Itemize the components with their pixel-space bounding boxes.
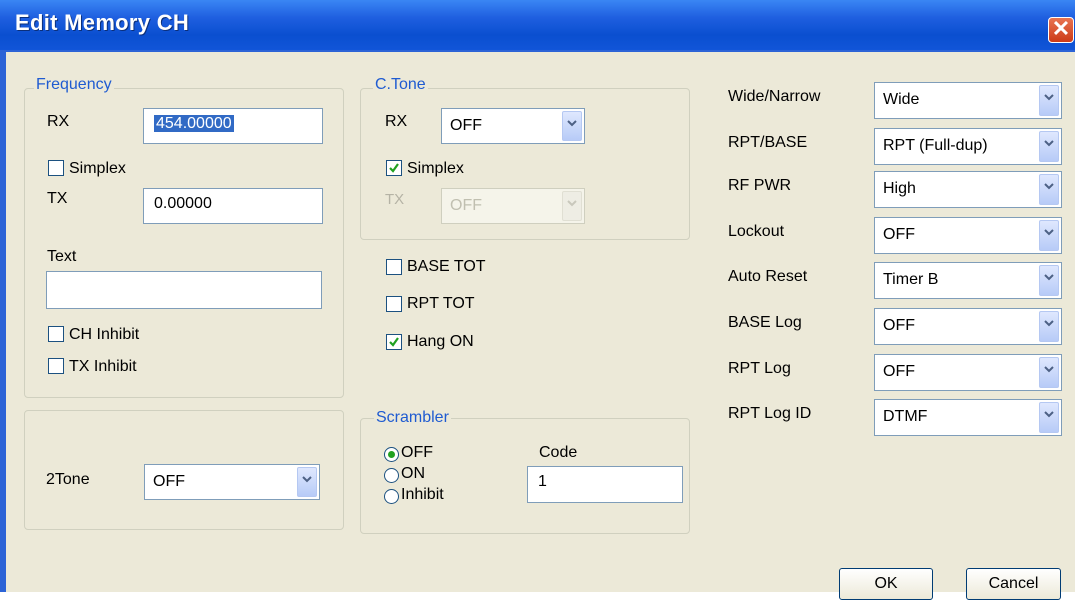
chevron-down-icon[interactable] <box>1039 220 1059 251</box>
ctone-tx-value: OFF <box>450 197 482 214</box>
text-input[interactable] <box>46 271 322 309</box>
chevron-down-icon[interactable] <box>1039 85 1059 116</box>
tx-frequency-value: 0.00000 <box>154 195 212 212</box>
freq-rx-label: RX <box>47 113 70 130</box>
chevron-down-icon[interactable] <box>562 191 582 221</box>
setting-select[interactable]: OFF <box>874 308 1062 345</box>
rpt-tot-label: RPT TOT <box>407 295 475 312</box>
setting-select[interactable]: RPT (Full-dup) <box>874 128 1062 165</box>
scrambler-off-radio[interactable] <box>384 447 399 462</box>
dialog-window: Edit Memory CH ✕ Frequency RX 454.00000 … <box>0 0 1075 600</box>
scrambler-off-label: OFF <box>401 444 433 461</box>
ok-button[interactable]: OK <box>839 568 933 600</box>
scrambler-group-label: Scrambler <box>374 409 451 427</box>
ch-inhibit-checkbox[interactable] <box>48 326 64 342</box>
scrambler-code-input[interactable]: 1 <box>527 466 683 503</box>
chevron-down-icon[interactable] <box>1039 357 1059 388</box>
setting-value: OFF <box>883 317 915 334</box>
setting-label: RPT/BASE <box>728 134 808 151</box>
setting-label: RF PWR <box>728 177 792 194</box>
hang-on-label: Hang ON <box>407 333 474 350</box>
setting-value: DTMF <box>883 408 928 425</box>
base-tot-checkbox[interactable] <box>386 259 402 275</box>
setting-select[interactable]: Wide <box>874 82 1062 119</box>
scrambler-code-value: 1 <box>538 473 547 490</box>
hang-on-checkbox[interactable] <box>386 334 402 350</box>
tx-inhibit-checkbox[interactable] <box>48 358 64 374</box>
ctone-tx-label: TX <box>385 191 405 208</box>
close-button[interactable]: ✕ <box>1048 16 1074 43</box>
scrambler-on-radio[interactable] <box>384 468 399 483</box>
frequency-group-label: Frequency <box>34 76 114 94</box>
ctone-rx-select[interactable]: OFF <box>441 108 585 144</box>
chevron-down-icon[interactable] <box>297 467 317 497</box>
base-tot-label: BASE TOT <box>407 258 486 275</box>
freq-tx-label: TX <box>47 190 68 207</box>
ctone-rx-value: OFF <box>450 117 482 134</box>
setting-select[interactable]: OFF <box>874 354 1062 391</box>
ctone-group-label: C.Tone <box>373 76 428 94</box>
chevron-down-icon[interactable] <box>1039 174 1059 205</box>
dialog-title: Edit Memory CH <box>15 10 190 35</box>
ctone-rx-label: RX <box>385 113 408 130</box>
twotone-label: 2Tone <box>46 471 90 488</box>
rpt-tot-checkbox[interactable] <box>386 296 402 312</box>
setting-value: OFF <box>883 226 915 243</box>
chevron-down-icon[interactable] <box>1039 131 1059 162</box>
setting-value: OFF <box>883 363 915 380</box>
setting-select[interactable]: DTMF <box>874 399 1062 436</box>
cancel-button[interactable]: Cancel <box>966 568 1061 600</box>
chevron-down-icon[interactable] <box>1039 265 1059 296</box>
setting-value: High <box>883 180 916 197</box>
twotone-value: OFF <box>153 473 185 490</box>
text-label: Text <box>47 248 77 265</box>
ctone-tx-select[interactable]: OFF <box>441 188 585 224</box>
ch-inhibit-label: CH Inhibit <box>69 326 140 343</box>
chevron-down-icon[interactable] <box>1039 311 1059 342</box>
dialog-body: Frequency RX 454.00000 Simplex TX 0.0000… <box>6 52 1075 600</box>
setting-value: Wide <box>883 91 920 108</box>
setting-label: Wide/Narrow <box>728 88 821 105</box>
title-bar[interactable]: Edit Memory CH ✕ <box>0 0 1075 50</box>
setting-label: RPT Log ID <box>728 405 812 422</box>
chevron-down-icon[interactable] <box>1039 402 1059 433</box>
scrambler-on-label: ON <box>401 465 425 482</box>
setting-select[interactable]: Timer B <box>874 262 1062 299</box>
setting-value: Timer B <box>883 271 939 288</box>
setting-label: RPT Log <box>728 360 791 377</box>
tx-inhibit-label: TX Inhibit <box>69 358 137 375</box>
scrambler-inhibit-radio[interactable] <box>384 489 399 504</box>
checkmark-icon <box>389 163 399 173</box>
setting-label: Auto Reset <box>728 268 808 285</box>
freq-simplex-checkbox[interactable] <box>48 160 64 176</box>
tx-frequency-input[interactable]: 0.00000 <box>143 188 323 224</box>
setting-select[interactable]: High <box>874 171 1062 208</box>
radio-selected-dot <box>388 451 395 458</box>
checkmark-icon <box>389 337 399 347</box>
close-icon: ✕ <box>1051 16 1071 41</box>
scrambler-inhibit-label: Inhibit <box>401 486 444 503</box>
rx-frequency-value: 454.00000 <box>154 115 234 132</box>
chevron-down-icon[interactable] <box>562 111 582 141</box>
ctone-simplex-checkbox[interactable] <box>386 160 402 176</box>
rx-frequency-input[interactable]: 454.00000 <box>143 108 323 144</box>
setting-select[interactable]: OFF <box>874 217 1062 254</box>
freq-simplex-label: Simplex <box>69 160 126 177</box>
setting-value: RPT (Full-dup) <box>883 137 988 154</box>
ctone-simplex-label: Simplex <box>407 160 464 177</box>
twotone-select[interactable]: OFF <box>144 464 320 500</box>
setting-label: BASE Log <box>728 314 802 331</box>
setting-label: Lockout <box>728 223 785 240</box>
scrambler-code-label: Code <box>539 444 578 461</box>
